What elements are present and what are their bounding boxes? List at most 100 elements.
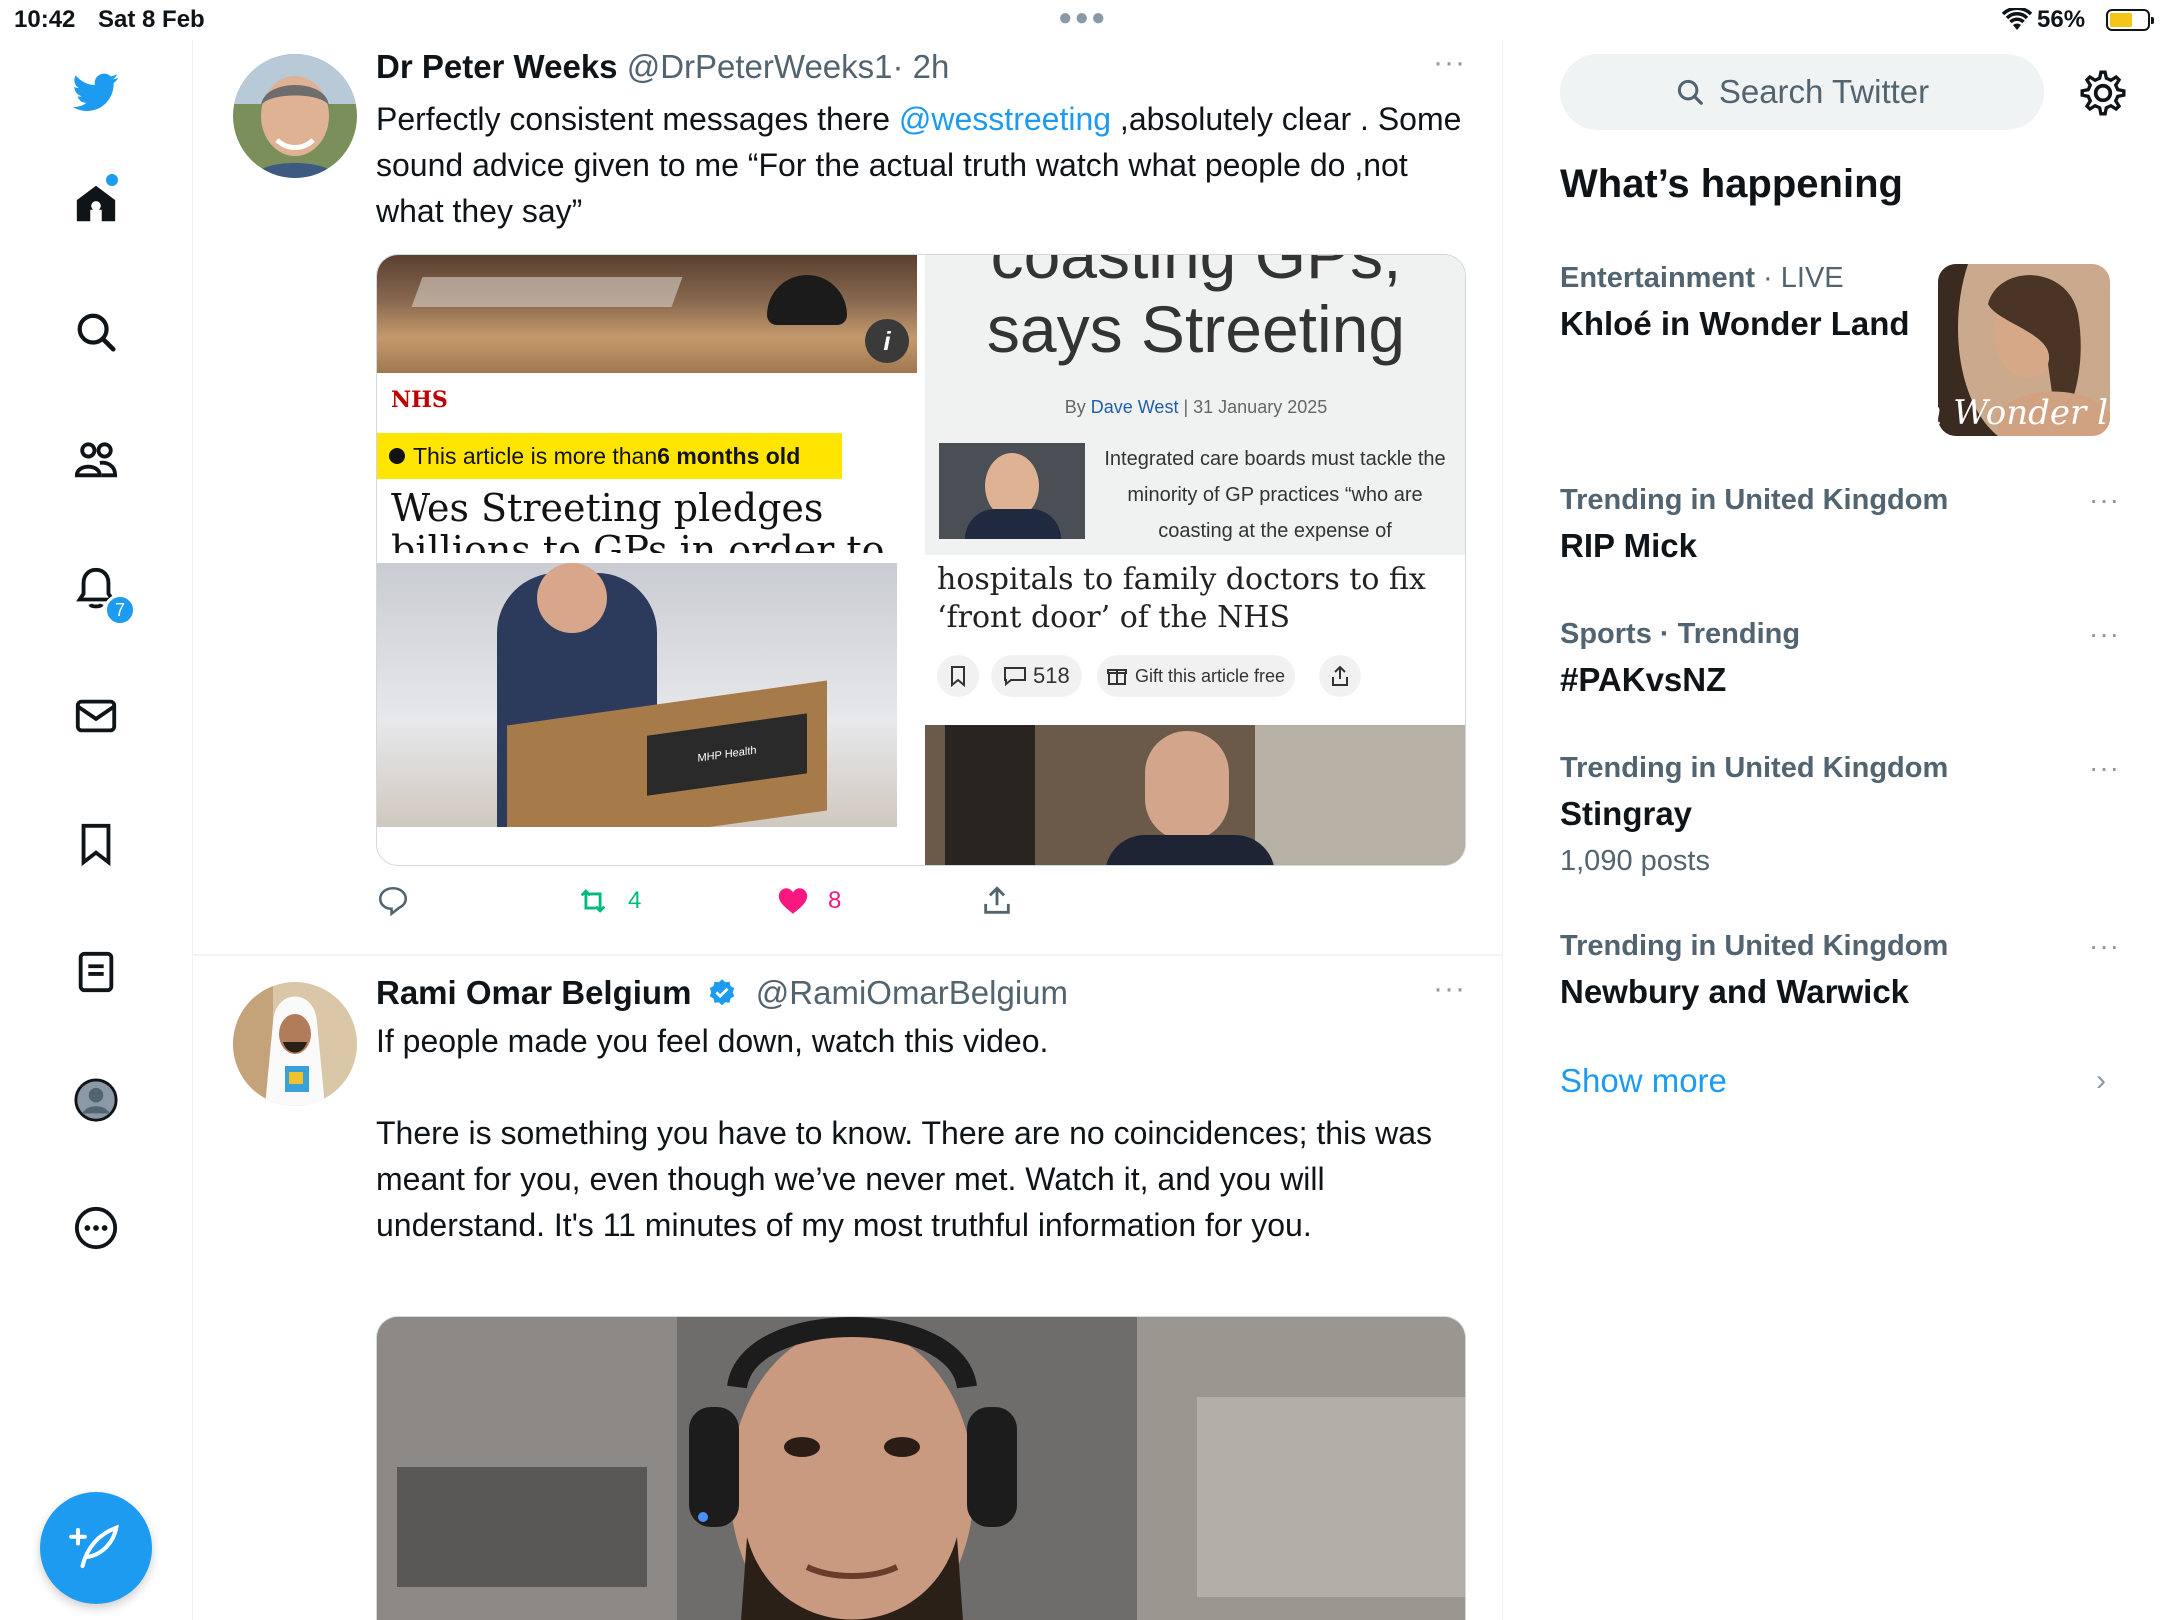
streeting-thumbnail [939, 443, 1085, 539]
author-handle[interactable]: @RamiOmarBelgium [756, 974, 1068, 1011]
live-label: · LIVE [1754, 262, 1844, 294]
avatar[interactable] [233, 982, 357, 1106]
verified-badge-icon [709, 979, 734, 1006]
trend-item[interactable]: Trending in United Kingdom Newbury and W… [1560, 930, 2120, 1011]
trend-more-icon[interactable]: ··· [2089, 484, 2120, 516]
tweet-header: Dr Peter Weeks @DrPeterWeeks1· 2h [376, 48, 949, 86]
retweet-icon [580, 889, 606, 913]
article-headline-left: Wes Streeting pledges billions to GPs in… [391, 487, 911, 553]
article-lower-headline: hospitals to family doctors to fix ‘fron… [937, 562, 1426, 635]
media-image-article[interactable]: coasting GPs, says Streeting By Dave Wes… [925, 255, 1465, 555]
author-name[interactable]: Dr Peter Weeks [376, 48, 618, 85]
like-count: 8 [828, 887, 842, 914]
tweet-more-icon[interactable]: ··· [1433, 46, 1466, 80]
tweet-actions: 4 8 [376, 884, 1276, 928]
tweet-text: Perfectly consistent messages there @wes… [376, 96, 1476, 234]
gift-article-button[interactable]: Gift this article free [1097, 655, 1296, 697]
twitter-bird-icon[interactable] [68, 64, 124, 120]
like-button[interactable]: 8 [776, 884, 841, 918]
compose-tweet-button[interactable] [40, 1492, 152, 1604]
media-image-guardian[interactable]: i NHS This article is more than 6 months… [377, 255, 917, 555]
search-icon [1677, 79, 1703, 105]
comments-button[interactable]: 518 [991, 655, 1082, 697]
reply-icon [378, 886, 408, 917]
media-image-portrait[interactable] [925, 725, 1465, 865]
mention-link[interactable]: @wesstreeting [899, 101, 1111, 137]
gift-label: Gift this article free [1135, 665, 1286, 686]
trend-title: #PAKvsNZ [1560, 661, 1727, 698]
podium-sign: MHP Health [647, 713, 807, 796]
meeting-table-photo [377, 255, 917, 373]
timeline-feed: Dr Peter Weeks @DrPeterWeeks1· 2h ··· Pe… [193, 40, 1503, 1620]
trend-item[interactable]: Trending in United Kingdom RIP Mick ··· [1560, 484, 2120, 565]
retweet-button[interactable]: 4 [576, 884, 641, 918]
tweet-text-part: Perfectly consistent messages there [376, 101, 899, 137]
tweet-more-icon[interactable]: ··· [1433, 972, 1466, 1006]
byline-prefix: By [1064, 397, 1091, 417]
author-name[interactable]: Rami Omar Belgium [376, 974, 691, 1011]
article-headline-right: says Streeting [986, 292, 1406, 366]
battery-icon [2106, 9, 2154, 31]
messages-icon[interactable] [68, 688, 124, 744]
byline-author[interactable]: Dave West [1091, 397, 1179, 417]
info-icon[interactable]: i [865, 319, 909, 363]
bookmark-icon[interactable] [937, 655, 979, 697]
tweet-divider [193, 954, 1502, 956]
trend-item[interactable]: Trending in United Kingdom Stingray 1,09… [1560, 752, 2120, 878]
search-placeholder: Search Twitter [1718, 73, 1930, 110]
byline-date: 31 January 2025 [1193, 397, 1328, 417]
headline-line-cut: billions to GPs in order to [391, 528, 885, 553]
headline-line: Wes Streeting pledges [391, 487, 824, 530]
trend-item[interactable]: Sports · Trending #PAKvsNZ ··· [1560, 618, 2120, 699]
profile-icon[interactable] [68, 1072, 124, 1128]
settings-gear-icon[interactable] [2078, 68, 2128, 118]
article-byline: By Dave West | 31 January 2025 [1064, 397, 1328, 417]
compose-feather-icon [69, 1524, 119, 1569]
status-bar: 10:42 Sat 8 Feb ●●● 56% [0, 0, 2160, 40]
article-headline-cut: coasting GPs, [990, 255, 1402, 292]
trend-more-icon[interactable]: ··· [2089, 752, 2120, 784]
video-thumbnail [377, 1317, 1465, 1620]
avatar[interactable] [233, 54, 357, 178]
comments-count: 518 [1033, 663, 1070, 688]
right-sidebar: Search Twitter What’s happening Entertai… [1504, 40, 2160, 1620]
search-icon[interactable] [68, 304, 124, 360]
trend-thumbnail[interactable]: é in Wonder l [1938, 264, 2110, 436]
author-handle[interactable]: @DrPeterWeeks1 [627, 48, 893, 85]
article-age-banner: This article is more than 6 months old [377, 433, 842, 479]
trend-title: Newbury and Warwick [1560, 973, 1910, 1010]
media-image-toolbar[interactable]: hospitals to family doctors to fix ‘fron… [925, 555, 1465, 719]
media-image-podium[interactable]: MHP Health [377, 563, 897, 827]
tweet-media-grid[interactable]: i NHS This article is more than 6 months… [376, 254, 1466, 866]
lists-icon[interactable] [68, 944, 124, 1000]
status-date: Sat 8 Feb [98, 6, 205, 33]
bookmarks-icon[interactable] [68, 816, 124, 872]
show-more-link[interactable]: Show more [1560, 1062, 1727, 1100]
status-time: 10:42 [14, 6, 76, 33]
article-share-icon[interactable] [1319, 655, 1361, 697]
trend-title: Stingray [1560, 795, 1693, 832]
trend-post-count: 1,090 posts [1560, 845, 1710, 877]
tweet-header: Rami Omar Belgium @RamiOmarBelgium [376, 974, 1068, 1012]
nhs-section-label: NHS [391, 387, 448, 413]
whats-happening-title: What’s happening [1560, 162, 1903, 206]
trend-image-text: é in Wonder l [1938, 393, 2108, 433]
tweet-text: If people made you feel down, watch this… [376, 1018, 1476, 1248]
share-button[interactable] [980, 884, 1014, 918]
more-icon[interactable] [68, 1200, 124, 1256]
trend-category-label: Entertainment [1560, 262, 1755, 294]
tweet-video[interactable] [376, 1316, 1466, 1620]
communities-icon[interactable] [68, 432, 124, 488]
clock-icon [389, 448, 405, 464]
reply-button[interactable] [376, 884, 410, 918]
multitasking-dots-icon[interactable]: ●●● [1058, 4, 1108, 32]
notifications-badge: 7 [104, 594, 136, 626]
search-input[interactable]: Search Twitter [1560, 54, 2044, 130]
left-sidebar: 7 [0, 40, 193, 1620]
trend-more-icon[interactable]: ··· [2089, 618, 2120, 650]
retweet-count: 4 [628, 887, 642, 914]
trend-category: Trending in United Kingdom [1560, 752, 1949, 784]
trend-more-icon[interactable]: ··· [2089, 930, 2120, 962]
trend-category: Trending in United Kingdom [1560, 484, 1949, 516]
tweet-time: · 2h [892, 48, 950, 85]
